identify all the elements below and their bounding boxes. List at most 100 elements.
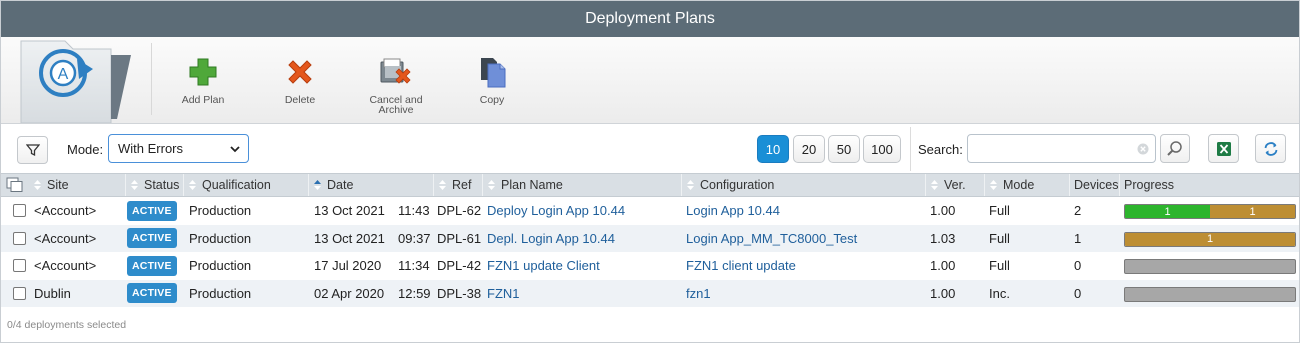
deployments-table: Site Status Qualification Date Ref Plan … — [1, 173, 1299, 307]
sort-icon — [439, 180, 446, 190]
page-size-20[interactable]: 20 — [793, 135, 825, 163]
title-bar: Deployment Plans — [1, 1, 1299, 37]
cell-qualification: Production — [189, 258, 252, 273]
row-checkbox[interactable] — [13, 204, 26, 217]
copy-icon — [446, 55, 538, 89]
column-header-devices: Devices — [1074, 178, 1119, 192]
copy-label: Copy — [479, 94, 505, 106]
search-input[interactable] — [967, 134, 1156, 163]
search-icon — [1167, 140, 1182, 156]
column-header-configuration[interactable]: Configuration — [686, 174, 774, 196]
cell-mode: Full — [989, 203, 1010, 218]
sort-icon — [189, 180, 196, 190]
select-all-icon[interactable] — [6, 174, 24, 196]
filter-bar: Mode: With Errors 10 20 50 100 Search: — [1, 125, 1299, 173]
configuration-link[interactable]: fzn1 — [686, 280, 711, 307]
selection-summary: 0/4 deployments selected — [7, 319, 127, 331]
cell-time: 12:59 — [398, 285, 431, 301]
status-badge: ACTIVE — [127, 200, 177, 221]
cell-date: 02 Apr 2020 — [314, 285, 385, 301]
column-header-plan-name[interactable]: Plan Name — [487, 174, 563, 196]
cell-version: 1.00 — [930, 203, 956, 218]
progress-bar: 11 — [1124, 204, 1296, 219]
cell-devices: 2 — [1074, 203, 1082, 218]
plan-name-link[interactable]: FZN1 update Client — [487, 252, 600, 279]
toolbar-separator — [151, 43, 152, 115]
cell-ref: DPL-42 — [437, 258, 482, 273]
table-header: Site Status Qualification Date Ref Plan … — [1, 173, 1299, 197]
excel-icon — [1216, 141, 1231, 156]
plan-name-link[interactable]: FZN1 — [487, 280, 520, 307]
row-checkbox[interactable] — [13, 231, 26, 245]
sort-icon — [131, 180, 138, 190]
cell-qualification: Production — [189, 230, 252, 246]
column-header-qualification[interactable]: Qualification — [188, 174, 271, 196]
cell-devices: 0 — [1074, 258, 1082, 273]
column-header-version[interactable]: Ver. — [930, 174, 966, 196]
page-size-10[interactable]: 10 — [757, 135, 789, 163]
column-header-ref[interactable]: Ref — [438, 174, 471, 196]
copy-button[interactable]: Copy — [446, 55, 538, 105]
column-header-status[interactable]: Status — [130, 174, 179, 196]
cell-time: 09:37 — [398, 230, 431, 246]
status-badge: ACTIVE — [127, 228, 177, 248]
status-badge: ACTIVE — [127, 283, 177, 303]
configuration-link[interactable]: Login App 10.44 — [686, 197, 780, 224]
deployment-plans-window: Deployment Plans A Add Plan Delete Cance… — [0, 0, 1300, 343]
export-excel-button[interactable] — [1208, 134, 1239, 163]
cell-version: 1.00 — [930, 258, 956, 273]
toolbar: A Add Plan Delete Cancel and Archive Cop… — [1, 37, 1299, 124]
delete-icon — [254, 55, 346, 89]
cell-devices: 1 — [1074, 230, 1082, 246]
filter-button[interactable] — [17, 136, 48, 164]
sort-icon — [488, 180, 495, 190]
row-checkbox[interactable] — [13, 286, 26, 300]
search-label: Search: — [918, 142, 963, 157]
cell-ref: DPL-61 — [437, 230, 482, 246]
sort-ascending-icon — [314, 180, 321, 190]
cell-qualification: Production — [189, 285, 252, 301]
cell-time: 11:34 — [398, 258, 430, 273]
refresh-icon — [1264, 141, 1277, 156]
page-size-100[interactable]: 100 — [863, 135, 901, 163]
mode-label: Mode: — [67, 142, 104, 157]
progress-bar — [1124, 286, 1296, 302]
cell-date: 13 Oct 2021 — [314, 230, 385, 246]
progress-bar — [1124, 259, 1296, 274]
progress-bar: 1 — [1124, 231, 1296, 247]
chevron-down-icon — [230, 146, 240, 153]
cancel-archive-label-line2: Archive — [378, 104, 414, 116]
row-checkbox[interactable] — [13, 259, 26, 272]
clear-icon[interactable] — [1137, 143, 1149, 155]
delete-button[interactable]: Delete — [254, 55, 346, 105]
table-row[interactable]: <Account> ACTIVE Production 13 Oct 2021 … — [1, 224, 1299, 252]
page-size-50[interactable]: 50 — [828, 135, 860, 163]
table-row[interactable]: <Account> ACTIVE Production 17 Jul 2020 … — [1, 252, 1299, 280]
refresh-button[interactable] — [1255, 134, 1286, 163]
cell-time: 11:43 — [398, 203, 430, 218]
svg-text:A: A — [58, 66, 69, 83]
configuration-link[interactable]: Login App_MM_TC8000_Test — [686, 225, 857, 252]
plan-name-link[interactable]: Deploy Login App 10.44 — [487, 197, 625, 224]
add-plan-button[interactable]: Add Plan — [157, 55, 249, 105]
progress-segment: 1 — [1125, 205, 1210, 218]
cancel-archive-icon — [350, 55, 442, 89]
search-button[interactable] — [1160, 134, 1190, 163]
app-logo-icon: A — [19, 37, 137, 124]
column-header-mode[interactable]: Mode — [989, 174, 1034, 196]
column-header-progress: Progress — [1124, 178, 1175, 192]
mode-select[interactable]: With Errors — [108, 134, 249, 163]
add-plan-label: Add Plan — [181, 94, 225, 106]
sort-icon — [931, 180, 938, 190]
column-header-site[interactable]: Site — [33, 174, 69, 196]
sort-icon — [990, 180, 997, 190]
table-row[interactable]: <Account> ACTIVE Production 13 Oct 2021 … — [1, 197, 1299, 225]
column-header-date[interactable]: Date — [313, 174, 353, 196]
configuration-link[interactable]: FZN1 client update — [686, 252, 796, 279]
cell-site: <Account> — [34, 203, 97, 218]
cancel-archive-button[interactable]: Cancel and Archive — [350, 55, 442, 115]
table-row[interactable]: Dublin ACTIVE Production 02 Apr 2020 12:… — [1, 279, 1299, 307]
cell-mode: Full — [989, 258, 1010, 273]
cell-ref: DPL-62 — [437, 203, 482, 218]
plan-name-link[interactable]: Depl. Login App 10.44 — [487, 225, 615, 252]
